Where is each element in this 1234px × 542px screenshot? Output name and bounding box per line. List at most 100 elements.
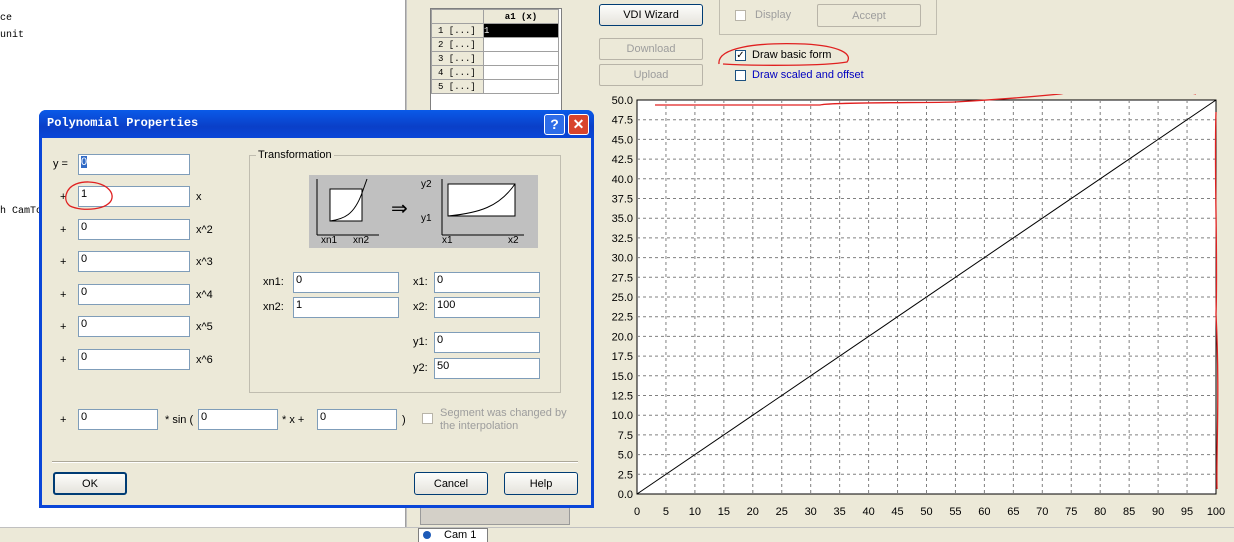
vdi-wizard-button[interactable]: VDI Wizard — [599, 4, 703, 26]
x-tick-label: 75 — [1065, 506, 1077, 518]
draw-scaled-label: Draw scaled and offset — [752, 69, 864, 81]
y-tick-label: 5.0 — [618, 450, 633, 462]
y-tick-label: 2.5 — [618, 469, 633, 481]
sin-amplitude-input[interactable]: 0 — [78, 409, 158, 430]
ok-button[interactable]: OK — [53, 472, 127, 495]
row-header[interactable]: 2 [...] — [431, 37, 484, 52]
coefficient-3-input[interactable]: 0 — [78, 251, 190, 272]
help-icon[interactable]: ? — [544, 114, 565, 135]
diagram-label-x1: x1 — [442, 235, 453, 246]
segment-changed-label: Segment was changed by the interpolation — [440, 407, 567, 432]
diagram-label-y2: y2 — [421, 179, 432, 190]
transformation-title: Transformation — [256, 149, 334, 161]
y-tick-label: 10.0 — [612, 410, 633, 422]
data-table[interactable]: a1 (x) 1 [...] 1 2 [...] 3 [...] 4 [...] … — [430, 8, 562, 114]
table-cell[interactable] — [483, 37, 559, 52]
x-tick-label: 30 — [805, 506, 817, 518]
power-label: x^2 — [196, 224, 213, 236]
coefficient-4-input[interactable]: 0 — [78, 284, 190, 305]
diagram-label-y1: y1 — [421, 213, 432, 224]
y2-input[interactable]: 50 — [434, 358, 540, 379]
display-label: Display — [755, 9, 792, 21]
plus-label: + — [60, 354, 67, 366]
y-tick-label: 47.5 — [612, 115, 633, 127]
diagram-label-xn1: xn1 — [321, 235, 338, 246]
power-label: x^6 — [196, 354, 213, 366]
x2-input[interactable]: 100 — [434, 297, 540, 318]
x-tick-label: 15 — [718, 506, 730, 518]
x-tick-label: 45 — [891, 506, 903, 518]
coefficient-6-input[interactable]: 0 — [78, 349, 190, 370]
power-label: x^4 — [196, 289, 213, 301]
x-tick-label: 80 — [1094, 506, 1106, 518]
diagram-label-xn2: xn2 — [353, 235, 370, 246]
line-chart: 0.0 2.5 5.0 7.5 10.0 12.5 15.0 17.5 20.0 22.5 25.0… — [612, 94, 1225, 518]
x-axis-ticks: 0 5 10 15 20 25 30 35 40 45 50 55 60 65 70 75 80 85 90 95 10… — [634, 506, 1225, 518]
draw-scaled-checkbox[interactable] — [735, 70, 746, 81]
plus-label: + — [60, 256, 67, 268]
y-tick-label: 27.5 — [612, 272, 633, 284]
diagram-label-arrow: ⇒ — [391, 196, 408, 220]
x1-label: x1: — [413, 276, 428, 288]
plus-label: + — [60, 289, 67, 301]
y1-label: y1: — [413, 336, 428, 348]
coefficient-0-input[interactable]: 0 — [78, 154, 190, 175]
sin-frequency-input[interactable]: 0 — [198, 409, 278, 430]
row-header[interactable]: 4 [...] — [431, 65, 484, 80]
red-annotation-mark — [718, 43, 849, 66]
x-tick-label: 85 — [1123, 506, 1135, 518]
table-cell[interactable]: 1 — [483, 23, 559, 38]
y-tick-label: 22.5 — [612, 312, 633, 324]
x-tick-label: 0 — [634, 506, 640, 518]
plus-label: + — [60, 224, 67, 236]
x-tick-label: 50 — [920, 506, 932, 518]
diagram-label-x2: x2 — [508, 235, 519, 246]
y-tick-label: 42.5 — [612, 154, 633, 166]
y-tick-label: 20.0 — [612, 331, 633, 343]
x1-input[interactable]: 0 — [434, 272, 540, 293]
xn2-label: xn2: — [263, 301, 284, 313]
row-header[interactable]: 5 [...] — [431, 79, 484, 94]
text-line: unit — [0, 30, 25, 41]
y1-input[interactable]: 0 — [434, 332, 540, 353]
coefficient-5-input[interactable]: 0 — [78, 316, 190, 337]
cam-icon — [423, 531, 431, 539]
divider — [52, 461, 578, 463]
tab-cam-1[interactable]: Cam 1 — [418, 528, 488, 542]
accept-button[interactable]: Accept — [817, 4, 921, 27]
display-checkbox[interactable] — [735, 10, 746, 21]
y-tick-label: 45.0 — [612, 134, 633, 146]
dialog-titlebar[interactable]: Polynomial Properties ? ✕ — [39, 110, 594, 138]
xn1-input[interactable]: 0 — [293, 272, 399, 293]
x-tick-label: 55 — [949, 506, 961, 518]
red-annotation-mark — [65, 181, 113, 210]
x-tick-label: 35 — [834, 506, 846, 518]
segment-changed-checkbox[interactable] — [422, 413, 433, 424]
coefficient-2-input[interactable]: 0 — [78, 219, 190, 240]
xn2-input[interactable]: 1 — [293, 297, 399, 318]
y-tick-label: 25.0 — [612, 292, 633, 304]
row-header[interactable]: 3 [...] — [431, 51, 484, 66]
download-button[interactable]: Download — [599, 38, 703, 60]
close-icon[interactable]: ✕ — [568, 114, 589, 135]
y-equals-label: y = — [53, 158, 68, 170]
cancel-button[interactable]: Cancel — [414, 472, 488, 495]
dialog-title: Polynomial Properties — [47, 116, 199, 130]
row-header[interactable]: 1 [...] — [431, 23, 484, 38]
xn1-label: xn1: — [263, 276, 284, 288]
upload-button[interactable]: Upload — [599, 64, 703, 86]
table-cell[interactable] — [483, 65, 559, 80]
help-button[interactable]: Help — [504, 472, 578, 495]
y-tick-label: 30.0 — [612, 253, 633, 265]
y-tick-label: 50.0 — [612, 95, 633, 107]
table-cell[interactable] — [483, 79, 559, 94]
y-axis-ticks: 0.0 2.5 5.0 7.5 10.0 12.5 15.0 17.5 20.0 22.5 25.0… — [612, 95, 633, 501]
table-cell[interactable] — [483, 51, 559, 66]
y-tick-label: 35.0 — [612, 213, 633, 225]
sin-phase-input[interactable]: 0 — [317, 409, 397, 430]
transformation-diagram: ⇒ xn1 xn2 x1 x2 y2 y1 — [309, 175, 538, 248]
x-tick-label: 25 — [776, 506, 788, 518]
coefficient-value: 0 — [81, 156, 88, 168]
x-tick-label: 40 — [862, 506, 874, 518]
column-header[interactable]: a1 (x) — [483, 9, 559, 24]
